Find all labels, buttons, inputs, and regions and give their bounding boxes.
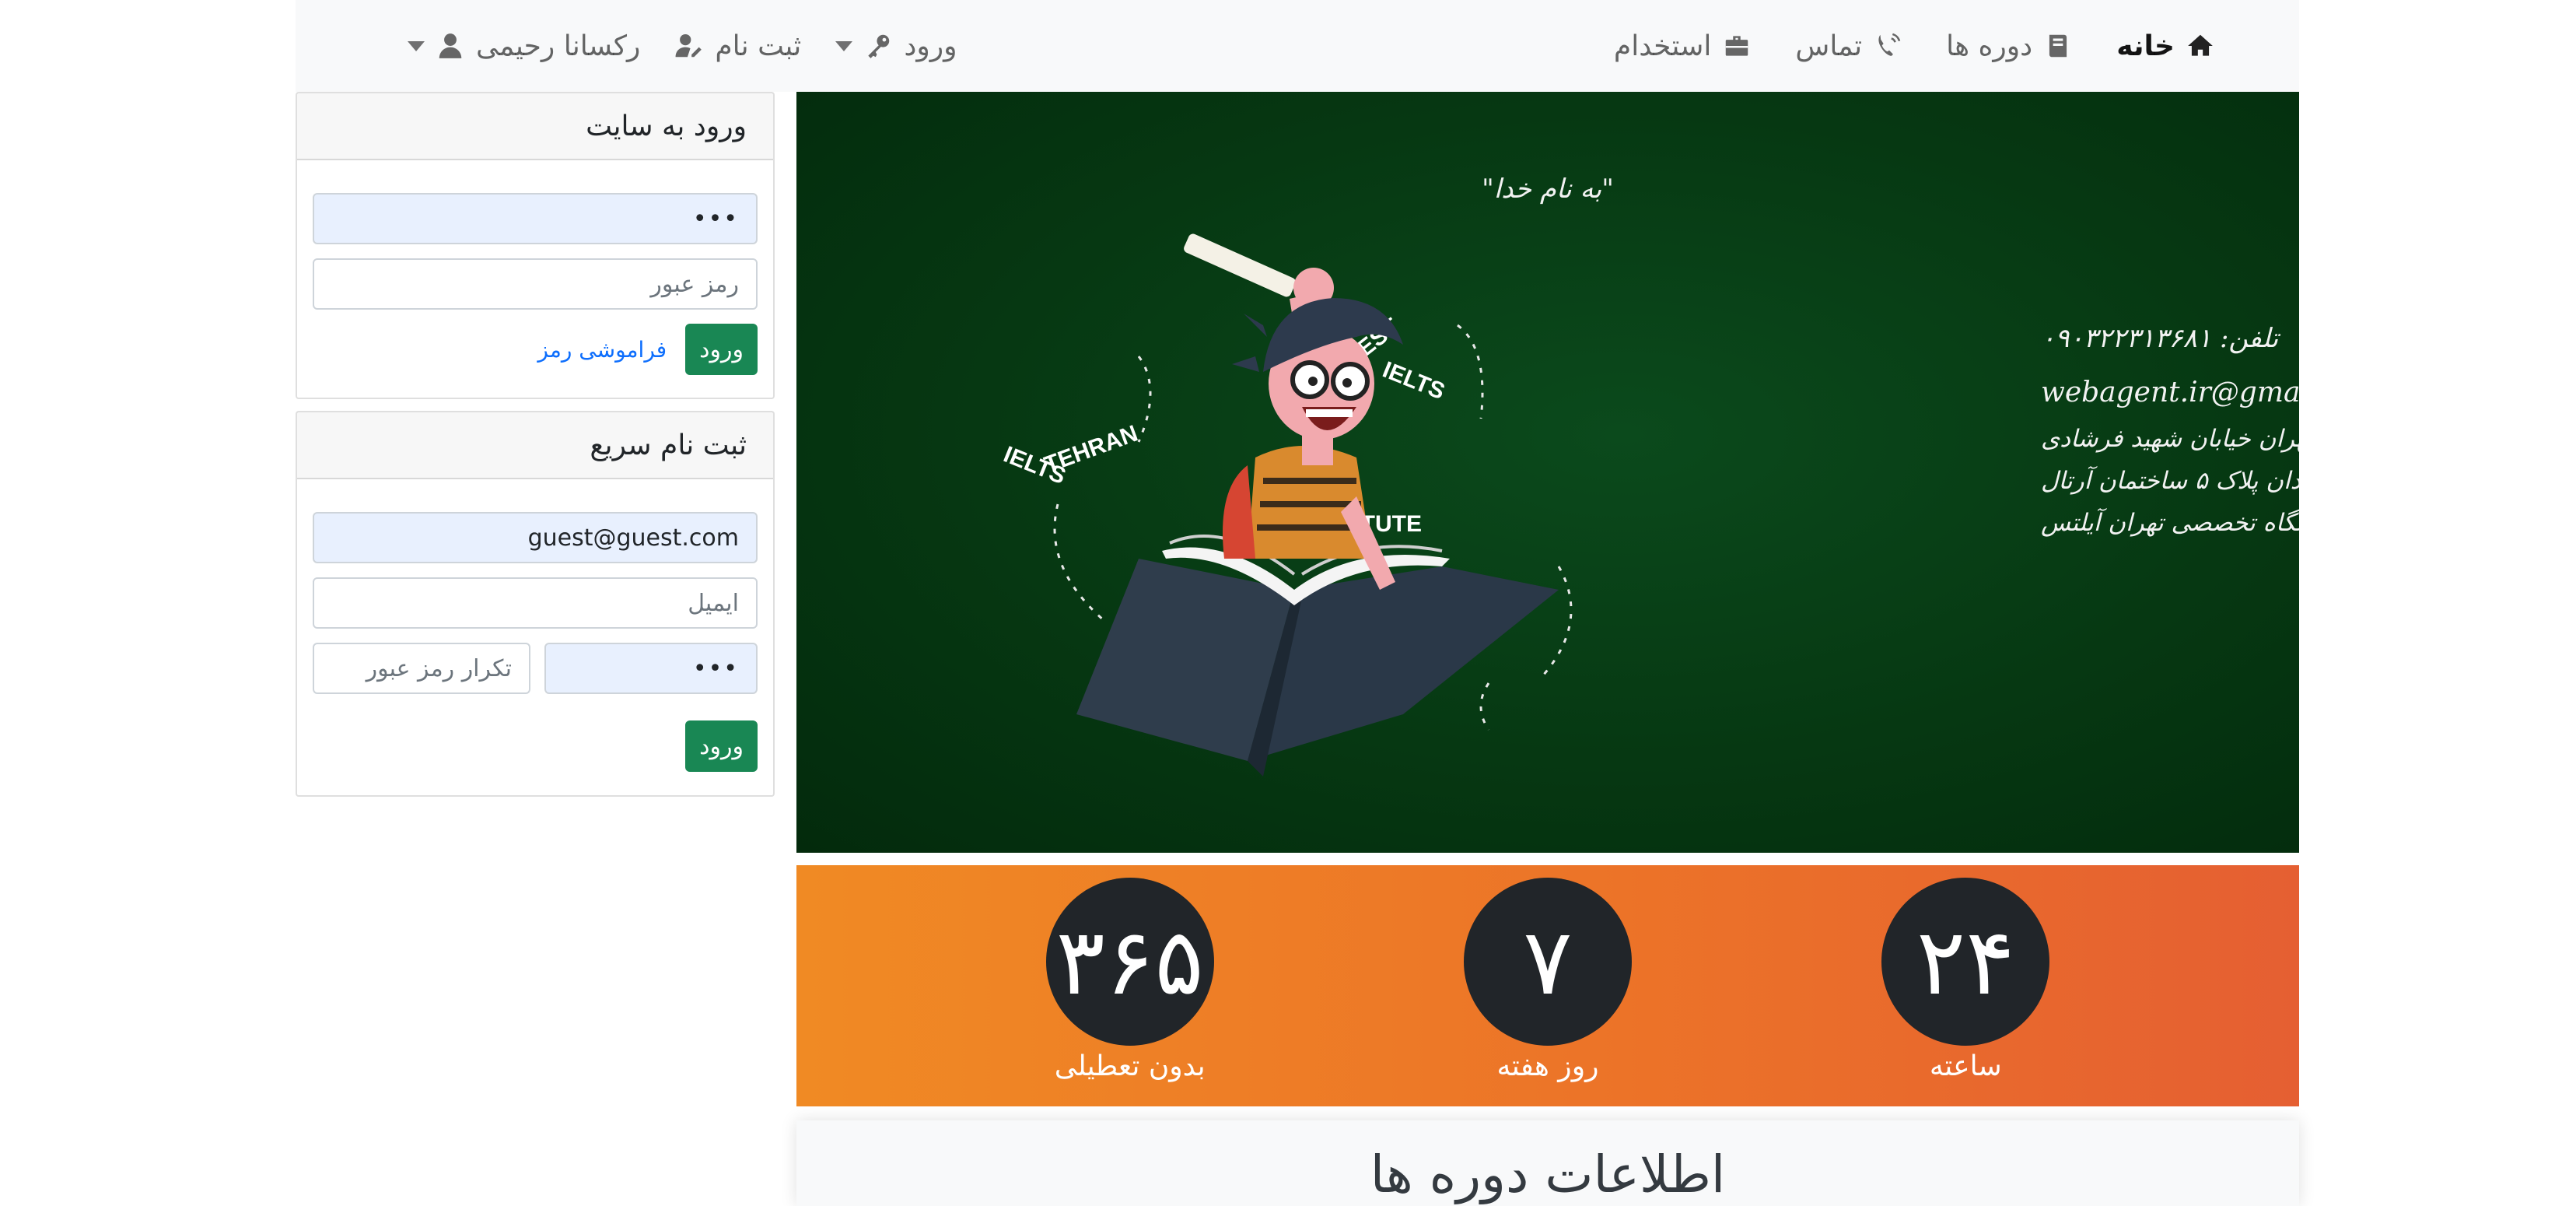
login-card: ورود به سایت ••• ورود فراموشی رمز [296, 92, 775, 399]
nav-main-links: خانه دوره ها تماس استخدام [1570, 30, 2215, 62]
home-icon [2188, 34, 2213, 56]
nav-contact-link[interactable]: تماس [1795, 30, 1902, 62]
user-edit-icon [675, 33, 702, 58]
hero-address-line1: نشانی: تهران شهران خیابان شهید فرشادی [2041, 425, 2299, 453]
nav-login-dropdown[interactable]: ورود [835, 30, 957, 62]
nav-jobs-label: استخدام [1613, 30, 1712, 62]
nav-login-label: ورود [904, 30, 957, 62]
stat-circle: ۷ [1463, 878, 1632, 1046]
nav-contact-label: تماس [1795, 30, 1863, 62]
register-email-input[interactable] [313, 577, 758, 629]
hero-badges: BEST IELTS TEHRAN IELTS INSTITUTE [1000, 314, 1449, 537]
hero-email: ایمیل: webagent.ir@gmail.com [2041, 377, 2299, 408]
stat-label: ساعته [1929, 1050, 2002, 1082]
nav-user-dropdown[interactable]: رکسانا رحیمی [408, 30, 640, 62]
stat-circle: ۲۴ [1881, 878, 2050, 1046]
stat-label: روز هفته [1496, 1050, 1599, 1082]
hero-address-line3: طبقه ۲، آموزشگاه تخصصی تهران آیلتس [2041, 507, 2299, 537]
chevron-down-icon [835, 40, 853, 51]
login-card-title: ورود به سایت [297, 93, 773, 160]
nav-jobs-link[interactable]: استخدام [1614, 30, 1752, 62]
stat-item: ۲۴ ساعته [1881, 878, 2050, 1082]
hero-banner: "به نام خدا" تلفن: ۰۹۰۳۲۲۳۱۳۶۸۱ ایمیل: w… [796, 92, 2299, 853]
user-icon [439, 33, 462, 58]
register-card: ثبت نام سریع guest@guest.com ••• ورود [296, 411, 775, 797]
nav-account-links: ورود ثبت نام رکسانا رحیمی [373, 0, 957, 92]
stat-item: ۳۶۵ بدون تعطیلی [1045, 878, 1214, 1082]
courses-info-title: اطلاعات دوره ها [1370, 1145, 1726, 1204]
courses-info-section: اطلاعات دوره ها [796, 1120, 2299, 1206]
phone-volume-icon [1878, 33, 1901, 56]
register-password-repeat-input[interactable] [313, 643, 530, 694]
login-password-input[interactable] [313, 258, 758, 310]
hero-phone: تلفن: ۰۹۰۳۲۲۳۱۳۶۸۱ [2041, 323, 2281, 354]
register-username-input[interactable]: guest@guest.com [313, 512, 758, 563]
chevron-down-icon [408, 40, 425, 51]
key-icon [868, 34, 890, 58]
hero-address-line2: نبش کوچه خندان پلاک ۵ ساختمان آرتال [2041, 465, 2299, 495]
hero-bismillah: "به نام خدا" [1482, 174, 1614, 205]
stat-label: بدون تعطیلی [1054, 1050, 1206, 1082]
register-username-value: guest@guest.com [527, 524, 739, 552]
stat-circle: ۳۶۵ [1045, 878, 1214, 1046]
login-username-input[interactable]: ••• [313, 193, 758, 244]
stat-item: ۷ روز هفته [1463, 878, 1632, 1082]
nav-register-label: ثبت نام [715, 30, 802, 62]
hero-illustration: "به نام خدا" تلفن: ۰۹۰۳۲۲۳۱۳۶۸۱ ایمیل: w… [1000, 174, 2299, 777]
register-card-title: ثبت نام سریع [297, 412, 773, 479]
register-password-input[interactable]: ••• [544, 643, 758, 694]
top-navbar: خانه دوره ها تماس استخدام ورود ثبت نام ر… [296, 0, 2299, 92]
register-submit-button[interactable]: ورود [685, 720, 758, 772]
nav-courses-link[interactable]: دوره ها [1946, 30, 2073, 62]
nav-courses-label: دوره ها [1946, 30, 2033, 62]
register-password-value: ••• [692, 654, 739, 682]
badge-ielts-right: IELTS [1379, 357, 1448, 405]
nav-home-label: خانه [2116, 30, 2175, 62]
book-illustration [1076, 535, 1559, 777]
forgot-password-link[interactable]: فراموشی رمز [537, 337, 667, 363]
login-username-value: ••• [692, 205, 739, 233]
login-submit-button[interactable]: ورود [685, 324, 758, 375]
nav-user-name: رکسانا رحیمی [476, 30, 641, 62]
stats-strip: ۳۶۵ بدون تعطیلی ۷ روز هفته ۲۴ ساعته [796, 865, 2299, 1106]
briefcase-icon [1726, 36, 1748, 56]
book-icon [2049, 34, 2067, 58]
nav-register-link[interactable]: ثبت نام [674, 30, 801, 62]
nav-home-link[interactable]: خانه [2116, 30, 2215, 62]
